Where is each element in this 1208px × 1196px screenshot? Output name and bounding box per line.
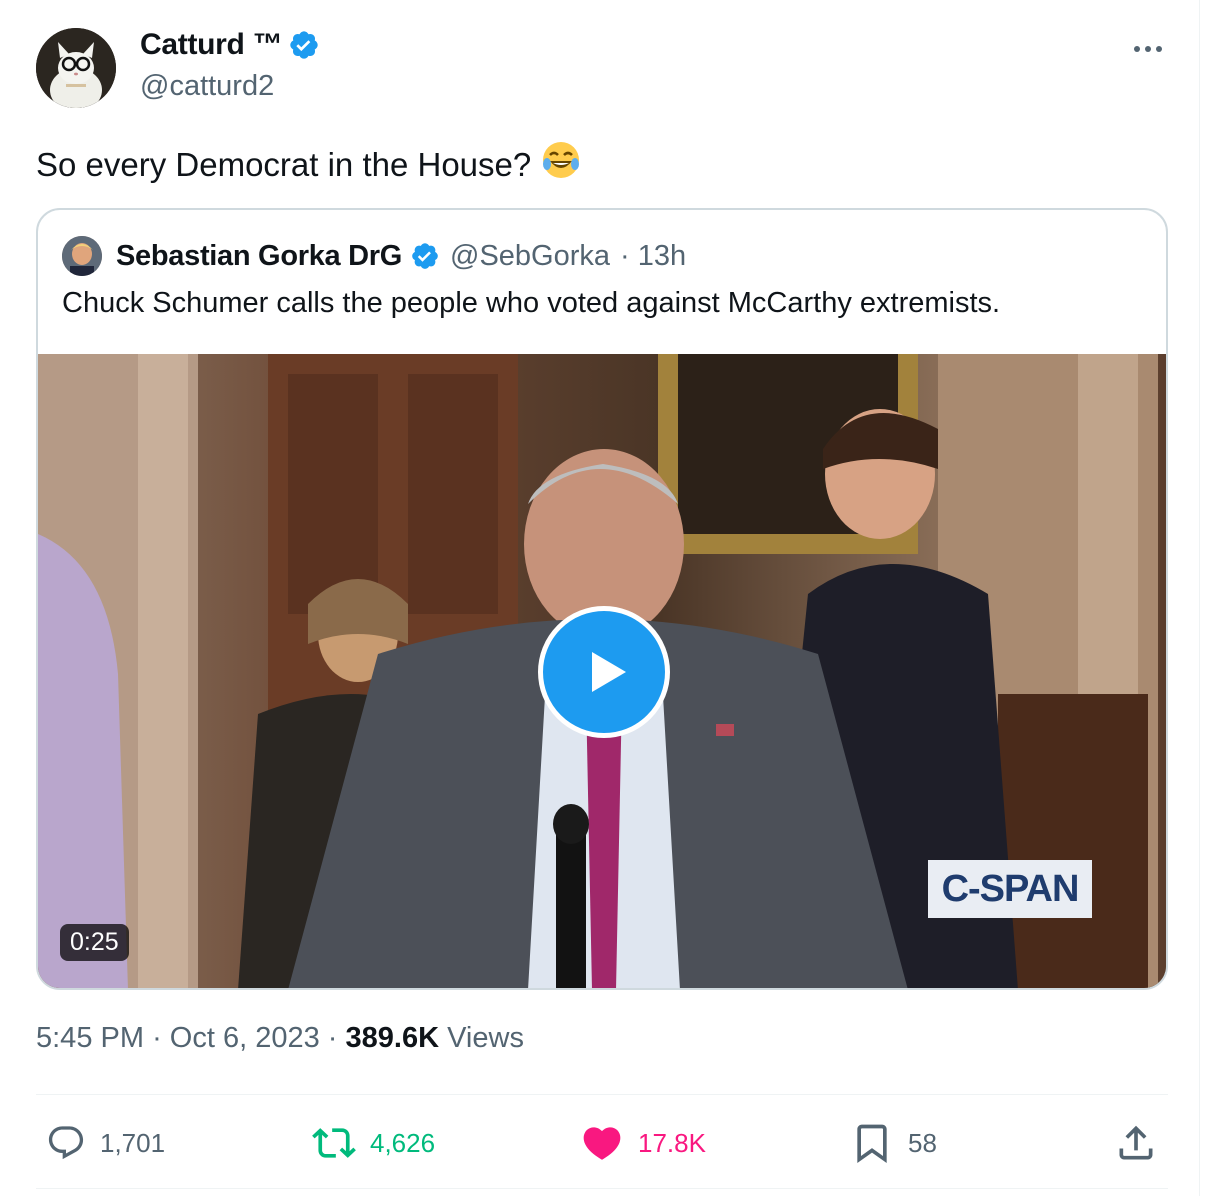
more-dot xyxy=(1145,46,1151,52)
more-dot xyxy=(1134,46,1140,52)
play-button[interactable] xyxy=(538,606,670,738)
quoted-tweet-text: Chuck Schumer calls the people who voted… xyxy=(62,287,1001,319)
tweet-meta: 5:45 PM · Oct 6, 2023 · 389.6K Views xyxy=(36,1022,524,1055)
verified-badge-icon xyxy=(412,243,438,269)
meta-separator: · xyxy=(152,1022,162,1054)
quoted-author-handle[interactable]: @SebGorka xyxy=(450,240,610,273)
verified-badge-icon xyxy=(290,31,318,59)
quoted-tweet-time[interactable]: · 13h xyxy=(620,240,686,273)
tweet-text: So every Democrat in the House? xyxy=(36,140,581,190)
like-button[interactable]: 17.8K xyxy=(580,1118,706,1168)
bookmark-button[interactable]: 58 xyxy=(850,1118,937,1168)
author-name-label: Catturd ™ xyxy=(140,28,283,61)
tweet-date[interactable]: Oct 6, 2023 xyxy=(170,1022,320,1054)
tweet-card: Catturd ™ @catturd2 So every Democrat in… xyxy=(0,0,1200,1196)
reply-icon xyxy=(48,1126,84,1160)
divider xyxy=(36,1188,1168,1189)
video-duration: 0:25 xyxy=(60,924,129,961)
repost-button[interactable]: 4,626 xyxy=(312,1118,435,1168)
video-player[interactable]: C-SPAN 0:25 xyxy=(38,354,1166,988)
bookmark-count: 58 xyxy=(908,1127,937,1158)
action-bar: 1,701 4,626 17.8K 58 xyxy=(36,1118,1168,1168)
repost-count: 4,626 xyxy=(370,1127,436,1158)
reply-button[interactable]: 1,701 xyxy=(46,1118,165,1168)
share-button[interactable] xyxy=(1114,1118,1158,1168)
repost-icon xyxy=(312,1128,356,1158)
reply-count: 1,701 xyxy=(100,1127,166,1158)
author-avatar[interactable] xyxy=(36,28,116,108)
quoted-tweet[interactable]: Sebastian Gorka DrG @SebGorka · 13h Chuc… xyxy=(36,208,1168,990)
tweet-time[interactable]: 5:45 PM xyxy=(36,1022,144,1054)
more-dot xyxy=(1156,46,1162,52)
share-icon xyxy=(1119,1125,1153,1160)
like-count: 17.8K xyxy=(638,1127,706,1158)
author-handle[interactable]: @catturd2 xyxy=(140,70,274,103)
tweet-text-body: So every Democrat in the House? xyxy=(36,146,532,183)
divider xyxy=(36,1094,1168,1095)
heart-icon xyxy=(583,1127,621,1160)
laughing-emoji-icon xyxy=(541,140,581,190)
author-name[interactable]: Catturd ™ xyxy=(140,28,320,62)
views-count[interactable]: 389.6K xyxy=(346,1022,440,1054)
cspan-watermark: C-SPAN xyxy=(928,860,1092,918)
bookmark-icon xyxy=(857,1124,887,1164)
quoted-author-avatar[interactable] xyxy=(62,236,102,276)
more-options-button[interactable] xyxy=(1128,34,1168,64)
quoted-author-name[interactable]: Sebastian Gorka DrG xyxy=(116,240,402,273)
views-label: Views xyxy=(447,1022,524,1054)
meta-separator: · xyxy=(327,1022,338,1054)
play-icon xyxy=(592,652,626,692)
quoted-tweet-header: Sebastian Gorka DrG @SebGorka · 13h xyxy=(62,236,686,276)
